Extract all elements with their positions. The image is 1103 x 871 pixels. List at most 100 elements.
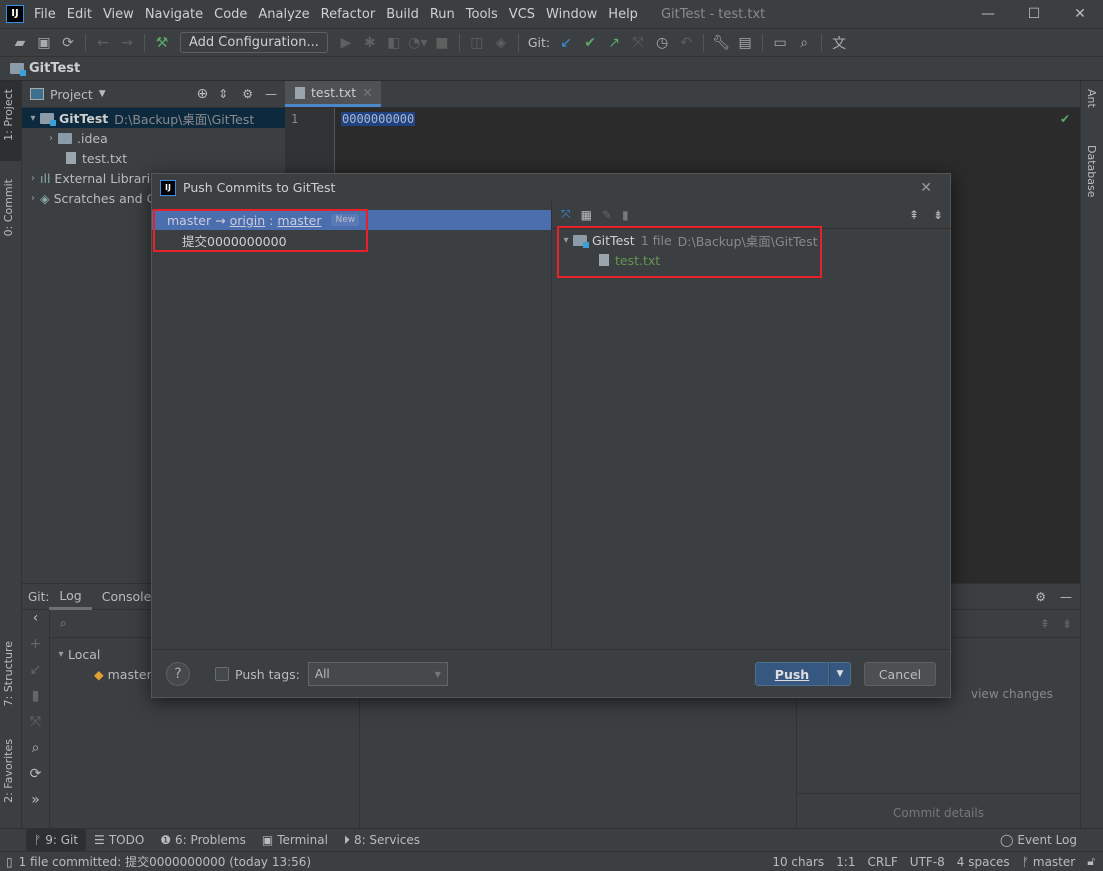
status-branch[interactable]: master [1033, 855, 1075, 869]
expand-all-icon[interactable]: ⇞ [1040, 617, 1050, 631]
menu-navigate[interactable]: Navigate [145, 7, 203, 22]
git-update-icon[interactable]: ↙ [554, 35, 578, 51]
menu-refactor[interactable]: Refactor [321, 7, 376, 22]
menu-view[interactable]: View [103, 7, 134, 22]
group-by-icon[interactable]: ▦ [581, 208, 592, 222]
menu-file[interactable]: File [34, 7, 56, 22]
debug-icon[interactable]: ✱ [358, 35, 382, 51]
maximize-icon[interactable]: ☐ [1011, 6, 1057, 22]
tool-tab-structure[interactable]: 7: Structure [2, 641, 15, 706]
chevron-down-icon[interactable]: ▼ [99, 89, 106, 99]
rollback-icon[interactable]: ↶ [674, 35, 698, 51]
tool-git[interactable]: ᚠ 9: Git [26, 829, 87, 851]
tree-item-test-txt[interactable]: test.txt [22, 148, 285, 168]
chevron-right-icon[interactable]: › [26, 193, 40, 204]
push-button[interactable]: Push [755, 662, 829, 686]
hide-icon[interactable]: — [265, 87, 277, 101]
menu-build[interactable]: Build [386, 7, 419, 22]
hide-icon[interactable]: — [1060, 590, 1072, 604]
tool-tab-commit[interactable]: 0: Commit [2, 179, 15, 236]
breadcrumb-project[interactable]: GitTest [29, 61, 80, 76]
status-line-separator[interactable]: CRLF [867, 855, 897, 869]
menu-help[interactable]: Help [608, 7, 638, 22]
compare-icon[interactable]: ⤧ [22, 714, 49, 740]
status-position[interactable]: 1:1 [836, 855, 855, 869]
edit-icon[interactable]: ✎ [602, 208, 612, 222]
git-push-icon[interactable]: ↗ [602, 35, 626, 51]
tool-terminal[interactable]: ▣ Terminal [254, 829, 336, 851]
device-icon[interactable]: ◫ [465, 35, 489, 51]
run-icon[interactable]: ▶ [334, 35, 358, 51]
diff-icon[interactable]: ⤧ [561, 207, 571, 222]
menu-code[interactable]: Code [214, 7, 247, 22]
settings-wrench-icon[interactable]: 🔧︎ [709, 35, 733, 51]
sdk-icon[interactable]: ◈ [489, 35, 513, 51]
editor-text[interactable]: 0000000000 [341, 112, 416, 126]
cancel-button[interactable]: Cancel [864, 662, 936, 686]
menu-vcs[interactable]: VCS [509, 7, 535, 22]
menu-run[interactable]: Run [430, 7, 455, 22]
project-view-selector[interactable]: Project [50, 87, 93, 102]
gear-icon[interactable]: ⚙ [242, 87, 253, 101]
locate-icon[interactable]: ⊕ [196, 86, 208, 102]
push-options-dropdown[interactable]: ▼ [829, 662, 851, 686]
close-dialog-icon[interactable]: ✕ [920, 180, 932, 196]
menu-analyze[interactable]: Analyze [258, 7, 309, 22]
add-icon[interactable]: + [22, 636, 49, 662]
sync-icon[interactable]: ⟳ [56, 35, 80, 51]
gear-icon[interactable]: ⚙ [1035, 590, 1046, 604]
minimize-icon[interactable]: — [965, 6, 1011, 22]
close-window-icon[interactable]: ✕ [1057, 6, 1103, 22]
tool-tab-project[interactable]: 1: Project [2, 89, 15, 141]
chevron-right-icon[interactable]: › [44, 133, 58, 144]
tool-todo[interactable]: ☰ TODO [86, 829, 152, 851]
tree-root[interactable]: ▾ GitTest D:\Backup\桌面\GitTest [22, 108, 285, 128]
tool-event-log[interactable]: ◯ Event Log [992, 829, 1085, 851]
menu-edit[interactable]: Edit [67, 7, 92, 22]
editor-tab-test-txt[interactable]: test.txt ✕ [285, 81, 381, 107]
collapse-left-icon[interactable]: ‹ [22, 610, 49, 636]
translate-icon[interactable]: 文 [827, 33, 851, 53]
tree-item-idea[interactable]: › .idea [22, 128, 285, 148]
back-icon[interactable]: ← [91, 35, 115, 51]
status-message[interactable]: 1 file committed: 提交0000000000 (today 13… [19, 853, 312, 870]
forward-icon[interactable]: → [115, 35, 139, 51]
git-commit-icon[interactable]: ✔ [578, 35, 602, 51]
more-icon[interactable]: » [22, 792, 49, 818]
collapse-all-icon[interactable]: ⇟ [933, 208, 943, 222]
inspection-ok-icon[interactable]: ✔ [1060, 112, 1070, 126]
delete-icon[interactable]: ▮ [22, 688, 49, 714]
coverage-icon[interactable]: ◧ [382, 35, 406, 51]
collapse-all-icon[interactable]: ⇟ [1062, 617, 1072, 631]
chevron-down-icon[interactable]: ▾ [26, 113, 40, 124]
history-icon[interactable]: ◷ [650, 35, 674, 51]
search-icon[interactable]: ⌕ [792, 35, 816, 51]
chevron-right-icon[interactable]: › [26, 173, 40, 184]
terminal-icon[interactable]: ▭ [768, 35, 792, 51]
tool-tab-favorites[interactable]: 2: Favorites [2, 739, 15, 803]
tool-tab-database[interactable]: Database [1085, 145, 1098, 198]
project-structure-icon[interactable]: ▤ [733, 35, 757, 51]
status-encoding[interactable]: UTF-8 [910, 855, 945, 869]
collapse-all-icon[interactable]: ⇕ [218, 87, 228, 101]
status-indent[interactable]: 4 spaces [957, 855, 1010, 869]
tool-services[interactable]: ⏵ 8: Services [336, 829, 428, 851]
menu-window[interactable]: Window [546, 7, 597, 22]
lock-icon[interactable]: 🔓︎ [1087, 854, 1095, 869]
checkout-icon[interactable]: ↙ [22, 662, 49, 688]
preview-icon[interactable]: ▮ [622, 208, 629, 222]
open-folder-icon[interactable]: ▰ [8, 35, 32, 51]
tool-problems[interactable]: ❶ 6: Problems [152, 829, 254, 851]
help-button[interactable]: ? [166, 662, 190, 686]
build-hammer-icon[interactable]: ⚒ [150, 35, 174, 51]
save-icon[interactable]: ▣ [32, 35, 56, 51]
menu-tools[interactable]: Tools [466, 7, 498, 22]
tool-tab-ant[interactable]: Ant [1085, 89, 1098, 108]
chevron-down-icon[interactable]: ▾ [54, 649, 68, 660]
push-tags-checkbox[interactable] [215, 667, 229, 681]
toggle-tool-windows-icon[interactable]: ▯ [6, 855, 13, 869]
add-configuration-button[interactable]: Add Configuration... [180, 32, 328, 53]
expand-all-icon[interactable]: ⇞ [909, 208, 919, 222]
refresh-icon[interactable]: ⟳ [22, 766, 49, 792]
push-tags-select[interactable]: All ▼ [307, 662, 448, 686]
